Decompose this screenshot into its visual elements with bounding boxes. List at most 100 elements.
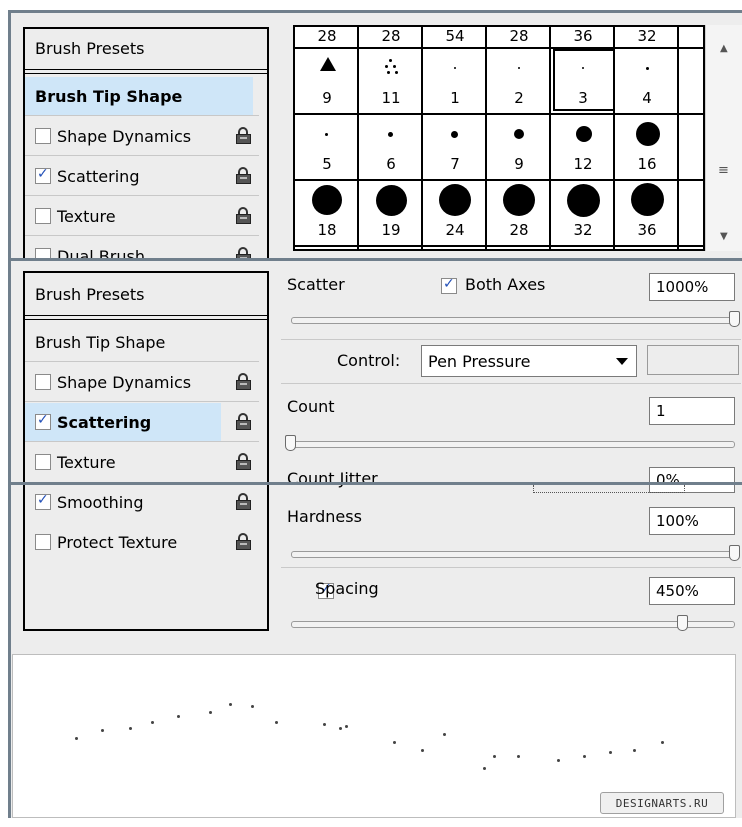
count-jitter-label: Count Jitter bbox=[287, 469, 378, 488]
list-item-texture[interactable]: Texture bbox=[25, 443, 267, 481]
brush-panel-top: Brush Presets Brush Tip Shape Shape Dyna… bbox=[8, 10, 742, 262]
scatter-slider-thumb[interactable] bbox=[729, 311, 740, 327]
brush-grid-scrollbar[interactable]: ▲ ≡ ▼ bbox=[705, 25, 742, 251]
list-item-brush-tip-shape[interactable]: Brush Tip Shape bbox=[25, 323, 267, 361]
both-axes-checkbox[interactable] bbox=[441, 276, 457, 294]
brush-size-label: 9 bbox=[322, 89, 332, 107]
scatter-value-field[interactable]: 1000% bbox=[649, 273, 735, 301]
stroke-dot bbox=[75, 737, 78, 740]
texture-checkbox[interactable] bbox=[35, 208, 51, 224]
control-dropdown[interactable]: Pen Pressure bbox=[421, 345, 637, 377]
brush-dot-icon[interactable] bbox=[518, 67, 520, 69]
count-jitter-slider-dotted[interactable] bbox=[533, 485, 685, 493]
hardness-slider-thumb[interactable] bbox=[729, 545, 740, 561]
stroke-dot bbox=[275, 721, 278, 724]
brush-size-label: 12 bbox=[573, 155, 593, 173]
stroke-dot bbox=[517, 755, 520, 758]
lock-icon[interactable] bbox=[235, 453, 253, 471]
scatter-slider[interactable] bbox=[291, 317, 735, 324]
texture-checkbox[interactable] bbox=[35, 454, 51, 470]
brush-dot-icon[interactable] bbox=[439, 184, 471, 216]
list-item-texture[interactable]: Texture bbox=[25, 197, 267, 235]
brush-settings-list-top: Brush Presets Brush Tip Shape Shape Dyna… bbox=[23, 27, 269, 262]
count-label: Count bbox=[287, 397, 335, 416]
spacing-label: Spacing bbox=[315, 579, 379, 598]
shape-dynamics-checkbox[interactable] bbox=[35, 128, 51, 144]
control-label: Control: bbox=[337, 351, 401, 370]
spacing-slider-thumb[interactable] bbox=[677, 615, 688, 631]
brush-size-label: 32 bbox=[637, 27, 657, 45]
watermark-badge: DESIGNARTS.RU bbox=[600, 792, 724, 814]
list-item-brush-presets[interactable]: Brush Presets bbox=[25, 29, 267, 67]
hardness-value-field[interactable]: 100% bbox=[649, 507, 735, 535]
stroke-dot bbox=[483, 767, 486, 770]
brush-size-label: 2 bbox=[514, 89, 524, 107]
list-item-scattering[interactable]: Scattering bbox=[25, 403, 221, 441]
brush-dot-icon[interactable] bbox=[576, 126, 592, 142]
list-item-shape-dynamics[interactable]: Shape Dynamics bbox=[25, 363, 267, 401]
brush-dot-icon[interactable] bbox=[325, 133, 328, 136]
stroke-dot bbox=[609, 751, 612, 754]
menu-lines-icon[interactable]: ≡ bbox=[718, 163, 729, 178]
scatter-brush-icon[interactable] bbox=[393, 65, 396, 68]
list-item-protect-texture[interactable]: Protect Texture bbox=[25, 523, 267, 561]
chevron-down-icon[interactable] bbox=[616, 358, 628, 365]
brush-dot-icon[interactable] bbox=[646, 67, 649, 70]
stroke-dot bbox=[229, 703, 232, 706]
list-item-scattering[interactable]: Scattering bbox=[25, 157, 267, 195]
list-item-brush-presets[interactable]: Brush Presets bbox=[25, 275, 267, 313]
smoothing-checkbox[interactable] bbox=[35, 492, 51, 510]
count-value-field[interactable]: 1 bbox=[649, 397, 735, 425]
stroke-dot bbox=[421, 749, 424, 752]
spacing-value-field[interactable]: 450% bbox=[649, 577, 735, 605]
scatter-label: Scatter bbox=[287, 275, 345, 294]
lock-icon[interactable] bbox=[235, 207, 253, 225]
list-item-label: Brush Tip Shape bbox=[35, 86, 183, 106]
brush-dot-icon[interactable] bbox=[582, 67, 584, 69]
scatter-brush-icon[interactable] bbox=[387, 71, 390, 74]
lock-icon[interactable] bbox=[235, 533, 253, 551]
hardness-slider[interactable] bbox=[291, 551, 735, 558]
spacing-slider[interactable] bbox=[291, 621, 735, 628]
overlay-frame-line bbox=[8, 482, 742, 485]
list-item-brush-tip-shape[interactable]: Brush Tip Shape bbox=[25, 77, 253, 115]
lock-icon[interactable] bbox=[235, 413, 253, 431]
stroke-dot bbox=[339, 727, 342, 730]
brush-dot-icon[interactable] bbox=[631, 183, 664, 216]
shape-dynamics-checkbox[interactable] bbox=[35, 374, 51, 390]
brush-dot-icon[interactable] bbox=[454, 67, 456, 69]
brush-dot-icon[interactable] bbox=[567, 184, 600, 217]
stroke-dot bbox=[493, 755, 496, 758]
scatter-brush-icon[interactable] bbox=[395, 71, 398, 74]
brush-dot-icon[interactable] bbox=[376, 185, 407, 216]
list-item-smoothing[interactable]: Smoothing bbox=[25, 483, 267, 521]
brush-size-label: 36 bbox=[573, 27, 593, 45]
triangle-brush-icon[interactable] bbox=[320, 57, 336, 71]
brush-dot-icon[interactable] bbox=[388, 132, 393, 137]
stroke-dot bbox=[557, 759, 560, 762]
scatter-brush-icon[interactable] bbox=[389, 59, 392, 62]
scattering-checkbox[interactable] bbox=[35, 412, 51, 430]
lock-icon[interactable] bbox=[235, 127, 253, 145]
scatter-brush-icon[interactable] bbox=[385, 65, 388, 68]
control-extra-field[interactable] bbox=[647, 345, 739, 375]
overlay-frame-line bbox=[8, 258, 11, 485]
lock-icon[interactable] bbox=[235, 373, 253, 391]
count-slider-thumb[interactable] bbox=[285, 435, 296, 451]
count-slider[interactable] bbox=[291, 441, 735, 448]
scattering-checkbox[interactable] bbox=[35, 166, 51, 184]
scroll-down-icon[interactable]: ▼ bbox=[720, 231, 728, 242]
lock-icon[interactable] bbox=[235, 493, 253, 511]
brush-dot-icon[interactable] bbox=[514, 129, 524, 139]
list-item-label: Brush Tip Shape bbox=[35, 332, 166, 352]
brush-dot-icon[interactable] bbox=[636, 122, 660, 146]
scroll-up-icon[interactable]: ▲ bbox=[720, 43, 728, 54]
brush-size-label: 36 bbox=[637, 221, 657, 239]
brush-dot-icon[interactable] bbox=[503, 184, 535, 216]
brush-dot-icon[interactable] bbox=[312, 185, 342, 215]
protect-texture-checkbox[interactable] bbox=[35, 534, 51, 550]
lock-icon[interactable] bbox=[235, 167, 253, 185]
list-item-shape-dynamics[interactable]: Shape Dynamics bbox=[25, 117, 267, 155]
brush-tip-grid[interactable]: 28 28 54 28 36 32 9 11 1 2 3 4 5 6 7 9 1… bbox=[293, 25, 705, 251]
brush-dot-icon[interactable] bbox=[451, 131, 458, 138]
